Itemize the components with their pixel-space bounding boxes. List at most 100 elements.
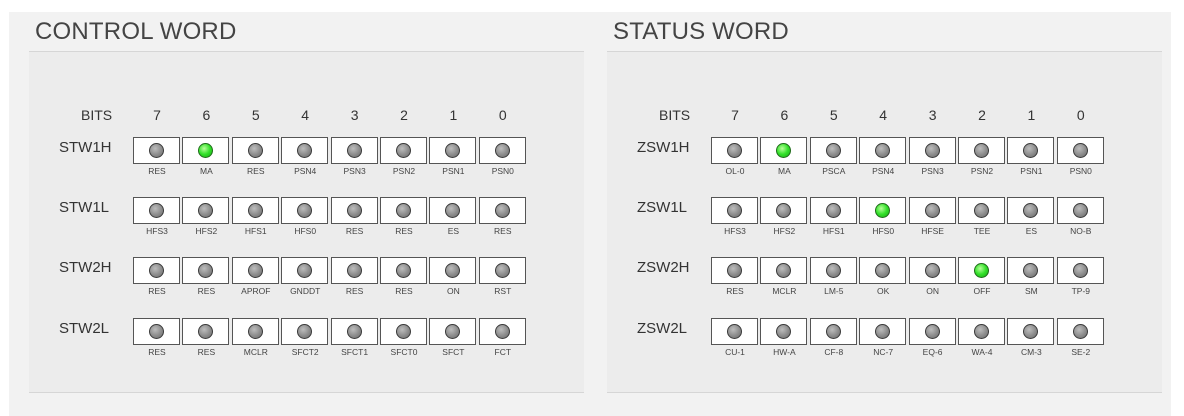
bit-name-label: RES: [148, 166, 166, 176]
bit-cell: [760, 257, 808, 284]
bit-cell: [380, 197, 427, 224]
bit-cell: [182, 318, 230, 345]
bit-name-label: HFS3: [146, 226, 168, 236]
panel-title: CONTROL WORD: [35, 18, 237, 45]
bit-cell: [429, 257, 477, 284]
led-off-indicator: [297, 263, 313, 278]
led-off-indicator: [875, 324, 891, 339]
led-off-indicator: [727, 263, 742, 278]
bits-header-label: BITS: [81, 107, 113, 123]
led-off-indicator: [776, 263, 792, 278]
led-off-indicator: [1023, 263, 1039, 278]
bit-cell: [133, 318, 180, 345]
bit-cell: [859, 137, 907, 164]
led-off-indicator: [445, 263, 461, 278]
bit-cell: [711, 197, 758, 224]
bit-cell: [478, 318, 526, 345]
bit-name-label: RES: [395, 226, 413, 236]
led-off-indicator: [445, 143, 461, 158]
bits-header-label: BITS: [659, 107, 691, 123]
bit-cell: [809, 318, 857, 345]
bit-name-label: PSN1: [1020, 166, 1043, 176]
led-off-indicator: [1023, 324, 1039, 339]
led-off-indicator: [875, 143, 891, 158]
led-on-indicator: [776, 143, 792, 158]
register-label: ZSW1H: [637, 139, 690, 156]
led-off-indicator: [776, 203, 792, 218]
bit-name-label: HFS3: [724, 226, 746, 236]
led-off-indicator: [1072, 203, 1088, 218]
led-off-indicator: [825, 263, 841, 278]
led-off-indicator: [776, 324, 792, 339]
bit-cell: [1056, 197, 1104, 224]
bit-cell: [908, 318, 956, 345]
register-label: ZSW2L: [637, 320, 688, 337]
bit-name-label: HFS0: [294, 226, 317, 236]
led-off-indicator: [1023, 143, 1039, 158]
bit-name-label: ES: [1025, 226, 1038, 236]
bit-name-label: MCLR: [243, 347, 268, 357]
bit-name-label: RST: [494, 286, 512, 296]
bit-name-label: PSN3: [343, 166, 366, 176]
led-off-indicator: [727, 143, 742, 158]
bit-cell: [1007, 137, 1055, 164]
led-off-indicator: [1072, 324, 1088, 339]
bit-cell: [958, 257, 1005, 284]
led-off-indicator: [297, 203, 313, 218]
bit-cell: [281, 197, 329, 224]
bit-cell: [429, 197, 477, 224]
bit-cell: [478, 257, 526, 284]
bit-number: 7: [153, 107, 161, 123]
bit-cell: [908, 137, 956, 164]
led-off-indicator: [297, 324, 313, 339]
bit-cell: [859, 197, 907, 224]
led-off-indicator: [1023, 203, 1039, 218]
led-off-indicator: [924, 143, 940, 158]
bit-number: 4: [879, 107, 888, 123]
divider: [607, 392, 1162, 393]
bit-name-label: HFS1: [822, 226, 845, 236]
led-off-indicator: [924, 263, 940, 278]
led-off-indicator: [149, 143, 164, 158]
led-off-indicator: [396, 263, 411, 278]
bit-name-label: HFS2: [773, 226, 796, 236]
bit-cell: [231, 318, 279, 345]
bit-cell: [809, 257, 857, 284]
led-off-indicator: [727, 324, 742, 339]
bit-cell: [1056, 318, 1104, 345]
bit-number: 4: [301, 107, 310, 123]
led-off-indicator: [445, 324, 461, 339]
bit-name-label: PSN4: [294, 166, 317, 176]
bit-cell: [958, 318, 1005, 345]
led-off-indicator: [396, 143, 411, 158]
bit-cell: [281, 257, 329, 284]
bit-name-label: RES: [395, 286, 413, 296]
register-label: STW1L: [59, 199, 110, 216]
led-on-indicator: [875, 203, 891, 218]
led-off-indicator: [247, 203, 263, 218]
register-label: ZSW2H: [637, 259, 690, 276]
bit-name-label: EQ-6: [922, 347, 943, 357]
bit-cell: [231, 257, 279, 284]
bit-number: 6: [780, 107, 789, 123]
divider: [29, 392, 584, 393]
bit-cell: [809, 197, 857, 224]
bit-cell: [711, 137, 758, 164]
bit-name-label: NO-B: [1070, 226, 1092, 236]
bit-name-label: WA-4: [971, 347, 993, 357]
bit-number: 3: [928, 107, 937, 123]
bit-name-label: ES: [447, 226, 460, 236]
bit-name-label: RES: [345, 286, 364, 296]
bit-cell: [133, 137, 180, 164]
bit-name-label: MA: [778, 166, 791, 176]
bit-cell: [429, 318, 477, 345]
bit-name-label: HW-A: [773, 347, 796, 357]
bit-name-label: PSCA: [822, 166, 846, 176]
bit-name-label: OK: [877, 286, 890, 296]
bit-name-label: RES: [726, 286, 744, 296]
register-label: STW2L: [59, 320, 110, 337]
led-on-indicator: [974, 263, 989, 278]
bit-cell: [711, 257, 758, 284]
divider: [607, 51, 1162, 52]
led-off-indicator: [494, 263, 510, 278]
